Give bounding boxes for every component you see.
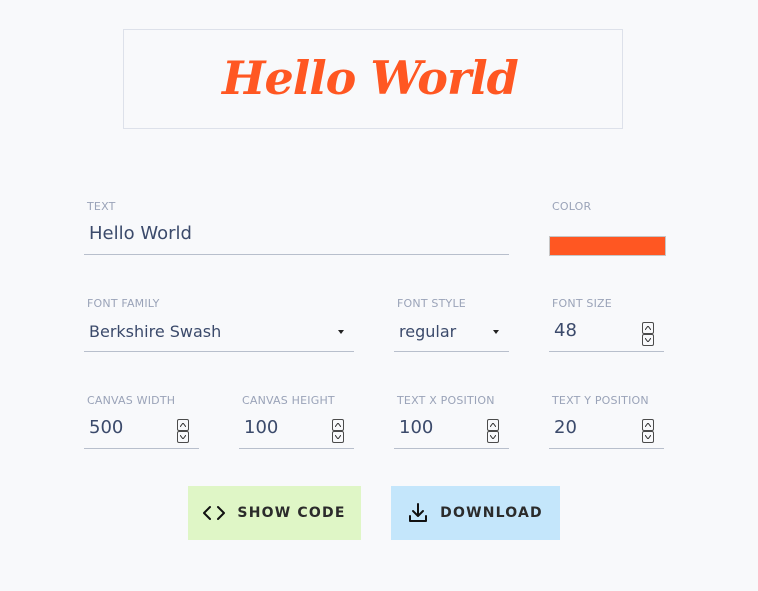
text-label: TEXT: [87, 200, 116, 213]
color-picker[interactable]: [549, 236, 666, 256]
canvas-height-stepper: [332, 419, 344, 443]
text-input[interactable]: Hello World: [84, 216, 509, 255]
show-code-button[interactable]: SHOW CODE: [188, 486, 361, 540]
font-style-field: FONT STYLE regular: [394, 297, 509, 354]
font-size-value: 48: [554, 320, 577, 341]
canvas-height-input[interactable]: 100: [239, 410, 354, 449]
code-icon: [203, 505, 226, 521]
text-to-image-page: Hello World TEXT Hello World COLOR FONT …: [0, 0, 758, 591]
preview-text: Hello World: [222, 51, 519, 105]
stepper-down-icon[interactable]: [642, 334, 654, 346]
caret-down-icon: [338, 330, 344, 334]
font-family-label: FONT FAMILY: [87, 297, 160, 310]
caret-down-icon: [493, 330, 499, 334]
text-input-value: Hello World: [89, 223, 192, 244]
text-x-label: TEXT X POSITION: [397, 394, 495, 407]
font-family-field: FONT FAMILY Berkshire Swash: [84, 297, 354, 354]
text-x-field: TEXT X POSITION 100: [394, 394, 509, 451]
font-size-label: FONT SIZE: [552, 297, 612, 310]
text-y-stepper: [642, 419, 654, 443]
font-size-input[interactable]: 48: [549, 313, 664, 352]
canvas-height-field: CANVAS HEIGHT 100: [239, 394, 354, 451]
font-style-select[interactable]: regular: [394, 313, 509, 352]
canvas-width-input[interactable]: 500: [84, 410, 199, 449]
stepper-down-icon[interactable]: [332, 431, 344, 443]
font-family-select[interactable]: Berkshire Swash: [84, 313, 354, 352]
color-field: COLOR: [549, 200, 666, 257]
font-size-stepper: [642, 322, 654, 346]
stepper-up-icon[interactable]: [642, 322, 654, 334]
canvas-width-value: 500: [89, 417, 124, 438]
font-style-label: FONT STYLE: [397, 297, 466, 310]
stepper-up-icon[interactable]: [332, 419, 344, 431]
font-family-value: Berkshire Swash: [89, 322, 222, 341]
show-code-label: SHOW CODE: [237, 505, 346, 521]
text-x-stepper: [487, 419, 499, 443]
text-x-value: 100: [399, 417, 434, 438]
stepper-down-icon[interactable]: [177, 431, 189, 443]
text-x-input[interactable]: 100: [394, 410, 509, 449]
text-y-value: 20: [554, 417, 577, 438]
download-label: DOWNLOAD: [440, 505, 543, 521]
stepper-down-icon[interactable]: [487, 431, 499, 443]
canvas-width-field: CANVAS WIDTH 500: [84, 394, 199, 451]
color-label: COLOR: [552, 200, 592, 213]
download-icon: [408, 503, 428, 523]
canvas-height-value: 100: [244, 417, 279, 438]
stepper-up-icon[interactable]: [642, 419, 654, 431]
stepper-down-icon[interactable]: [642, 431, 654, 443]
download-button[interactable]: DOWNLOAD: [391, 486, 560, 540]
canvas-width-label: CANVAS WIDTH: [87, 394, 176, 407]
canvas-width-stepper: [177, 419, 189, 443]
stepper-up-icon[interactable]: [177, 419, 189, 431]
font-size-field: FONT SIZE 48: [549, 297, 664, 354]
canvas-height-label: CANVAS HEIGHT: [242, 394, 335, 407]
text-y-label: TEXT Y POSITION: [552, 394, 649, 407]
text-y-input[interactable]: 20: [549, 410, 664, 449]
font-style-value: regular: [399, 322, 457, 341]
text-field: TEXT Hello World: [84, 200, 509, 257]
text-y-field: TEXT Y POSITION 20: [549, 394, 664, 451]
stepper-up-icon[interactable]: [487, 419, 499, 431]
preview-canvas: Hello World: [123, 29, 623, 129]
